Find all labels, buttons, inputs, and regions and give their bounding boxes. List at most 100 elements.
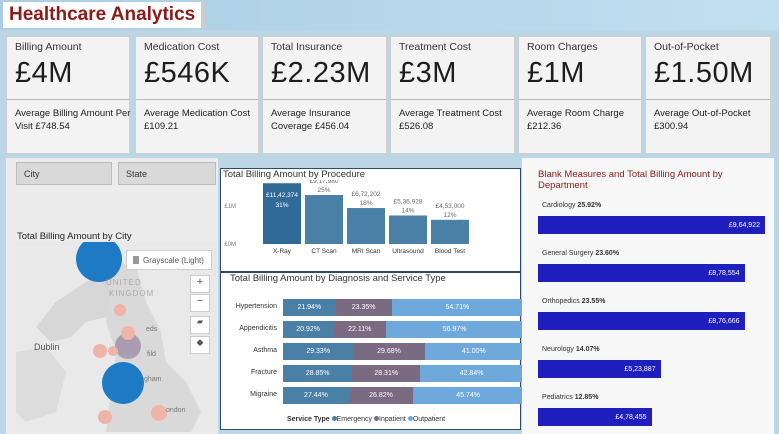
department-name: General Surgery	[542, 250, 594, 257]
department-label: Cardiology 25.92%	[542, 202, 601, 209]
bar-value-label: £6,72,202	[352, 191, 381, 198]
diagnosis-bar-segment[interactable]: 20.92%	[283, 321, 334, 338]
city-bubble[interactable]	[98, 410, 112, 424]
department-pct: 23.55%	[581, 298, 606, 305]
department-name: Orthopedics	[542, 298, 580, 305]
city-bubble[interactable]	[93, 344, 107, 358]
map-label-uk: UNITED	[106, 278, 142, 287]
kpi-divider	[646, 99, 770, 100]
zoom-out-button[interactable]: −	[190, 294, 210, 312]
legend-item[interactable]: Emergency	[331, 416, 373, 423]
department-label: Neurology 14.07%	[542, 346, 600, 353]
department-name: Pediatrics	[542, 394, 573, 401]
department-pct: 23.60%	[595, 250, 620, 257]
map-label-kingdom: KINGDOM	[109, 289, 155, 298]
bar-pct-label: 18%	[359, 200, 372, 207]
tilt-icon[interactable]: ▰	[190, 316, 210, 334]
department-name: Cardiology	[542, 202, 576, 209]
legend-item[interactable]: Outpatient	[406, 416, 445, 423]
kpi-label: Medication Cost	[144, 41, 220, 53]
kpi-divider	[136, 99, 258, 100]
bar-value-label: £4,53,000	[436, 203, 465, 210]
kpi-label: Out-of-Pocket	[654, 41, 719, 53]
legend-label: Inpatient	[379, 416, 406, 423]
bar-pct-label: 12%	[443, 212, 456, 219]
kpi-card: Treatment Cost £3M Average Treatment Cos…	[390, 36, 515, 154]
department-chart-title: Blank Measures and Total Billing Amount …	[538, 169, 723, 191]
map-style-label: Grayscale (Light)	[143, 256, 204, 265]
kpi-card: Medication Cost £546K Average Medication…	[135, 36, 259, 154]
city-bubble[interactable]	[151, 405, 167, 421]
diagnosis-legend: Service Type Emergency Inpatient Outpati…	[287, 416, 445, 423]
kpi-subtext: Average Medication Cost £109.21	[144, 108, 250, 132]
kpi-card: Total Insurance £2.23M Average Insurance…	[262, 36, 387, 154]
city-bubble[interactable]	[102, 362, 144, 404]
department-bar[interactable]: £9,64,922	[538, 216, 765, 234]
x-tick: X-Ray	[273, 248, 292, 255]
diagnosis-bar-segment[interactable]: 54.71%	[391, 299, 523, 316]
bar-value-label: £9,17,980	[310, 180, 339, 185]
department-bar[interactable]: £4,78,455	[538, 408, 652, 426]
procedure-chart: £1M £0M £11,42,374 31% X-Ray £9,17,980 25% CT S…	[224, 180, 469, 255]
legend-item[interactable]: Inpatient	[372, 416, 406, 423]
map-style-selector[interactable]: Grayscale (Light)	[126, 250, 212, 270]
x-tick: Ultrasound	[392, 248, 424, 255]
x-tick: Blood Test	[435, 248, 465, 255]
diagnosis-bar-segment[interactable]: 28.31%	[352, 365, 421, 382]
city-map[interactable]: UNITED KINGDOM Dublin fild gham ondon ed…	[16, 242, 217, 432]
kpi-divider	[519, 99, 641, 100]
diagnosis-bar-segment[interactable]: 27.44%	[283, 387, 349, 404]
city-bubble[interactable]	[121, 326, 135, 340]
diagnosis-bar-segment[interactable]: 42.84%	[420, 365, 523, 382]
department-label: General Surgery 23.60%	[542, 250, 619, 257]
diagnosis-label: Asthma	[253, 347, 277, 354]
zoom-in-button[interactable]: +	[190, 275, 210, 293]
diagnosis-bar-segment[interactable]: 29.68%	[353, 343, 425, 360]
state-slicer[interactable]: State	[118, 162, 216, 185]
kpi-card: Room Charges £1M Average Room Charge £21…	[518, 36, 642, 154]
kpi-label: Treatment Cost	[399, 41, 471, 53]
department-bar[interactable]: £8,76,666	[538, 312, 745, 330]
diagnosis-bar-segment[interactable]: 45.74%	[413, 387, 523, 404]
diagnosis-label: Appendicitis	[239, 325, 277, 332]
kpi-divider	[7, 99, 129, 100]
kpi-subtext: Average Out-of-Pocket £300.94	[654, 108, 751, 132]
procedure-bar[interactable]	[431, 219, 469, 244]
page-title: Healthcare Analytics	[3, 2, 206, 28]
kpi-value: £1M	[527, 57, 585, 89]
kpi-card: Out-of-Pocket £1.50M Average Out-of-Pock…	[645, 36, 771, 154]
procedure-bar[interactable]	[389, 215, 427, 244]
y-tick: £1M	[224, 204, 236, 210]
bar-value-label: £11,42,374	[266, 192, 298, 199]
legend-label: Emergency	[336, 416, 373, 423]
compass-icon[interactable]: ◆	[190, 336, 210, 354]
diagnosis-bar-segment[interactable]: 41.00%	[424, 343, 523, 360]
procedure-chart-title: Total Billing Amount by Procedure	[223, 169, 366, 180]
diagnosis-bar-segment[interactable]: 29.33%	[283, 343, 354, 360]
y-tick: £0M	[224, 242, 236, 248]
kpi-subtext: Average Room Charge £212.36	[527, 108, 624, 132]
diagnosis-bar-segment[interactable]: 26.82%	[348, 387, 414, 404]
kpi-divider	[391, 99, 514, 100]
department-bar[interactable]: £8,78,554	[538, 264, 745, 282]
diagnosis-bar-segment[interactable]: 23.35%	[335, 299, 392, 316]
city-bubble[interactable]	[114, 304, 126, 316]
map-title: Total Billing Amount by City	[17, 231, 132, 242]
diagnosis-bar-segment[interactable]: 28.85%	[283, 365, 353, 382]
department-pct: 25.92%	[577, 202, 602, 209]
map-label-eds: eds	[146, 326, 158, 333]
bar-pct-label: 14%	[401, 207, 414, 214]
city-bubble[interactable]	[108, 346, 118, 356]
map-label-gham: gham	[144, 376, 162, 383]
map-label-london: ondon	[166, 407, 186, 414]
diagnosis-bar-segment[interactable]: 22.11%	[333, 321, 387, 338]
department-pct: 14.07%	[575, 346, 600, 353]
diagnosis-bar-segment[interactable]: 56.97%	[386, 321, 523, 338]
kpi-value: £546K	[144, 57, 231, 89]
procedure-bar[interactable]	[305, 195, 343, 244]
city-slicer[interactable]: City	[16, 162, 112, 185]
bar-pct-label: 31%	[275, 202, 288, 209]
department-bar[interactable]: £5,23,887	[538, 360, 661, 378]
diagnosis-bar-segment[interactable]: 21.94%	[283, 299, 336, 316]
procedure-bar[interactable]	[347, 208, 385, 244]
